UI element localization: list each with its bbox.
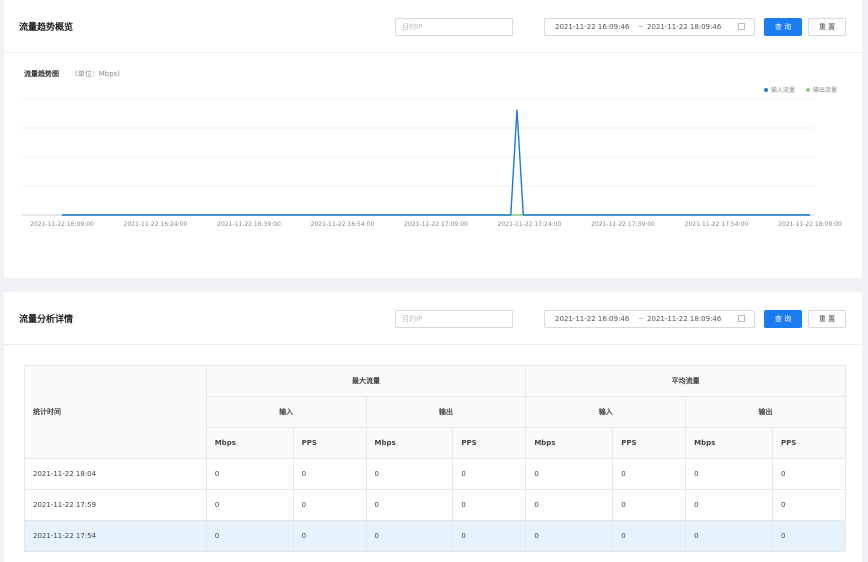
range-separator: ~ bbox=[638, 23, 644, 31]
row-time: 2021-11-22 18:04 bbox=[24, 458, 207, 490]
legend-label-1: 输出流量 bbox=[813, 86, 837, 94]
range-end: 2021-11-22 18:09:46 bbox=[647, 315, 722, 323]
query-button[interactable]: 查 询 bbox=[764, 310, 802, 328]
range-start: 2021-11-22 16:09:46 bbox=[555, 315, 630, 323]
table-cell: 0 bbox=[685, 520, 773, 552]
unit-header: Mbps bbox=[525, 427, 614, 459]
table-cell: 0 bbox=[365, 520, 454, 552]
table-cell: 0 bbox=[292, 520, 367, 552]
avg-output-header: 输出 bbox=[685, 396, 846, 428]
traffic-overview-panel: 流量趋势概览 目的IP 2021-11-22 16:09:46 ~ 2021-1… bbox=[4, 0, 862, 278]
legend-marker-0 bbox=[764, 88, 768, 92]
table-cell: 0 bbox=[292, 489, 367, 521]
table-cell: 0 bbox=[452, 458, 527, 490]
details-header: 流量分析详情 目的IP 2021-11-22 16:09:46 ~ 2021-1… bbox=[4, 292, 862, 345]
table-cell: 0 bbox=[612, 520, 687, 552]
table-cell: 0 bbox=[205, 520, 294, 552]
query-button[interactable]: 查 询 bbox=[764, 18, 802, 36]
table-cell: 0 bbox=[452, 489, 527, 521]
time-column-header: 统计时间 bbox=[24, 365, 207, 459]
overview-header: 流量趋势概览 目的IP 2021-11-22 16:09:46 ~ 2021-1… bbox=[4, 0, 862, 53]
table-cell: 0 bbox=[612, 458, 687, 490]
unit-header: Mbps bbox=[205, 427, 294, 459]
x-tick-label: 2021-11-22 17:39:00 bbox=[591, 221, 655, 228]
row-time: 2021-11-22 17:59 bbox=[24, 489, 207, 521]
table-cell: 0 bbox=[525, 458, 614, 490]
table-row[interactable]: 2021-11-22 18:04 0 0 0 0 0 0 0 0 bbox=[24, 458, 846, 490]
max-output-header: 输出 bbox=[365, 396, 527, 428]
table-cell: 0 bbox=[525, 489, 614, 521]
reset-button[interactable]: 重 置 bbox=[808, 18, 846, 36]
traffic-details-table: 统计时间 最大流量 平均流量 输入 输出 输入 输出 Mbps PPS Mbps… bbox=[24, 365, 846, 552]
reset-button[interactable]: 重 置 bbox=[808, 310, 846, 328]
table-cell: 0 bbox=[772, 489, 846, 521]
series-line-0 bbox=[62, 109, 810, 216]
avg-input-header: 输入 bbox=[525, 396, 687, 428]
table-cell: 0 bbox=[525, 520, 614, 552]
overview-title: 流量趋势概览 bbox=[19, 23, 74, 33]
date-range-picker[interactable]: 2021-11-22 16:09:46 ~ 2021-11-22 18:09:4… bbox=[544, 18, 755, 36]
unit-header: PPS bbox=[292, 427, 367, 459]
x-tick-label: 2021-11-22 16:39:00 bbox=[217, 221, 281, 228]
unit-header: PPS bbox=[612, 427, 687, 459]
range-end: 2021-11-22 18:09:46 bbox=[647, 23, 722, 31]
avg-traffic-header: 平均流量 bbox=[525, 365, 846, 397]
table-cell: 0 bbox=[685, 489, 773, 521]
calendar-icon[interactable] bbox=[738, 315, 745, 322]
x-tick-label: 2021-11-22 16:54:00 bbox=[311, 221, 375, 228]
traffic-trend-chart: 2021-11-22 16:09:00 2021-11-22 16:24:00 20… bbox=[22, 86, 842, 228]
x-tick-label: 2021-11-22 18:09:00 bbox=[778, 221, 842, 228]
table-cell: 0 bbox=[365, 458, 454, 490]
row-time: 2021-11-22 17:54 bbox=[24, 520, 207, 552]
table-cell: 0 bbox=[292, 458, 367, 490]
table-row[interactable]: 2021-11-22 17:54 0 0 0 0 0 0 0 0 bbox=[24, 520, 846, 552]
legend-marker-1 bbox=[806, 88, 810, 92]
x-tick-label: 2021-11-22 16:09:00 bbox=[30, 221, 94, 228]
table-cell: 0 bbox=[365, 489, 454, 521]
unit-header: Mbps bbox=[685, 427, 773, 459]
table-cell: 0 bbox=[205, 489, 294, 521]
table-cell: 0 bbox=[685, 458, 773, 490]
max-traffic-header: 最大流量 bbox=[205, 365, 527, 397]
calendar-icon[interactable] bbox=[738, 23, 745, 30]
unit-header: Mbps bbox=[365, 427, 454, 459]
max-input-header: 输入 bbox=[205, 396, 367, 428]
x-tick-label: 2021-11-22 17:54:00 bbox=[685, 221, 749, 228]
table-row[interactable]: 2021-11-22 17:59 0 0 0 0 0 0 0 0 bbox=[24, 489, 846, 521]
range-separator: ~ bbox=[638, 315, 644, 323]
table-cell: 0 bbox=[772, 458, 846, 490]
x-tick-label: 2021-11-22 17:24:00 bbox=[498, 221, 562, 228]
table-cell: 0 bbox=[612, 489, 687, 521]
x-tick-label: 2021-11-22 17:09:00 bbox=[404, 221, 468, 228]
unit-header: PPS bbox=[772, 427, 846, 459]
date-range-picker[interactable]: 2021-11-22 16:09:46 ~ 2021-11-22 18:09:4… bbox=[544, 310, 755, 328]
table-cell: 0 bbox=[772, 520, 846, 552]
destination-ip-input[interactable]: 目的IP bbox=[395, 310, 513, 328]
unit-header: PPS bbox=[452, 427, 527, 459]
table-cell: 0 bbox=[205, 458, 294, 490]
legend-label-0: 输入流量 bbox=[771, 86, 795, 94]
traffic-details-panel: 流量分析详情 目的IP 2021-11-22 16:09:46 ~ 2021-1… bbox=[4, 292, 862, 562]
destination-ip-input[interactable]: 目的IP bbox=[395, 18, 513, 36]
details-title: 流量分析详情 bbox=[19, 315, 74, 325]
range-start: 2021-11-22 16:09:46 bbox=[555, 23, 630, 31]
x-tick-label: 2021-11-22 16:24:00 bbox=[124, 221, 188, 228]
table-cell: 0 bbox=[452, 520, 527, 552]
